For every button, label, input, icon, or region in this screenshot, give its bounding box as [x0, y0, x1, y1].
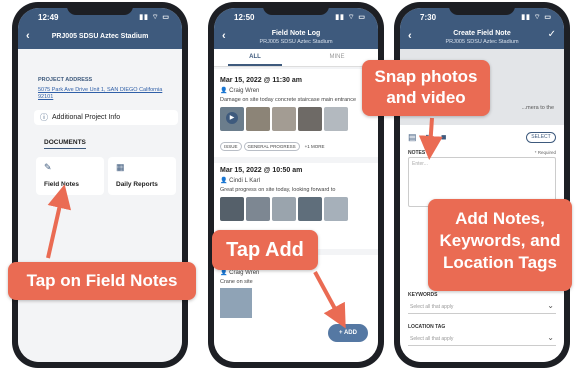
callout-tap-add: Tap Add	[212, 230, 318, 270]
callout-tap-field-notes: Tap on Field Notes	[8, 262, 196, 300]
callout-snap-photos: Snap photos and video	[362, 60, 490, 116]
arrows-overlay	[46, 117, 443, 329]
callout-add-notes: Add Notes, Keywords, and Location Tags	[428, 199, 572, 291]
arrow-to-field-notes	[46, 184, 72, 259]
arrow-to-add	[313, 271, 346, 329]
arrow-to-camera	[418, 117, 443, 160]
